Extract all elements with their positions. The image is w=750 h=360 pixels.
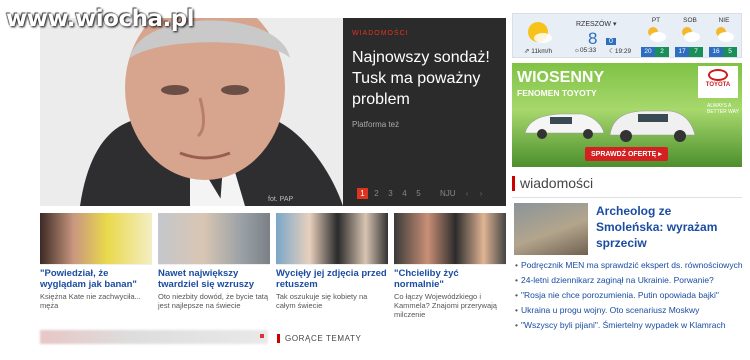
divider (512, 197, 742, 198)
pager-page-2[interactable]: 2 (371, 188, 382, 199)
photo-credit: fot. PAP (268, 196, 294, 203)
thumb-item[interactable]: "Chcieliby żyć normalnie" Co łączy Wojew… (394, 213, 506, 319)
hero-story[interactable]: WIADOMOŚCI Najnowszy sondaż! Tusk ma pow… (40, 18, 506, 206)
toyota-emblem-icon (708, 69, 728, 81)
thumb-title[interactable]: Wycięły jej zdjęcia przed retuszem (276, 268, 388, 290)
chevron-left-icon[interactable]: ‹ (462, 188, 473, 199)
forecast-high: 20 (641, 47, 655, 57)
chevron-right-icon[interactable]: › (476, 188, 487, 199)
weather-city-select[interactable]: RZESZÓW ▾ (576, 20, 616, 28)
lead-news-title[interactable]: Archeolog ze Smoleńska: wyrażam sprzeciw (596, 203, 742, 251)
hero-photo[interactable] (40, 18, 343, 206)
pager-page-3[interactable]: 3 (385, 188, 396, 199)
thumb-title[interactable]: Nawet największy twardziel się wzruszy (158, 268, 270, 290)
lead-news-image[interactable] (514, 203, 588, 255)
thumb-title[interactable]: "Powiedział, że wyglądam jak banan" (40, 268, 152, 290)
thumb-image[interactable] (394, 213, 506, 265)
news-link[interactable]: "Wszyscy byli pijani". Śmiertelny wypade… (515, 320, 745, 330)
news-link[interactable]: 24-letni dziennikarz zaginął na Ukrainie… (515, 275, 745, 285)
thumb-item[interactable]: Nawet największy twardziel się wzruszy O… (158, 213, 270, 319)
sun-cloud-icon (528, 22, 552, 43)
hero-title[interactable]: Najnowszy sondaż! Tusk ma poważny proble… (352, 47, 497, 110)
toyota-logo: TOYOTA (698, 66, 738, 98)
cloud-sun-icon (648, 27, 666, 42)
portrait-image (40, 18, 343, 206)
weather-wind: ⇗ 11km/h (524, 48, 553, 55)
forecast-low: 5 (723, 47, 737, 57)
forecast-high: 17 (675, 47, 689, 57)
sunset-value: 19:29 (614, 48, 632, 55)
cars-image (524, 110, 696, 142)
forecast-day-label: PT (651, 17, 661, 24)
thumb-desc: Księżna Kate nie zachwyciła... męża (40, 292, 141, 310)
ad-title: WIOSENNY (517, 69, 605, 86)
ad-tagline: ALWAYS A BETTER WAY (707, 103, 739, 115)
thumb-item[interactable]: "Powiedział, że wyglądam jak banan" Księ… (40, 213, 152, 319)
forecast-low: 2 (655, 47, 669, 57)
forecast-high: 16 (709, 47, 723, 57)
blurred-banner[interactable] (40, 330, 268, 344)
cloud-sun-icon (716, 27, 734, 42)
thumb-desc: Co łączy Wojewódzkiego i Kammela? Znajom… (394, 292, 497, 319)
news-link[interactable]: Podręcznik MEN ma sprawdzić ekspert ds. … (515, 260, 745, 270)
forecast-low: 7 (689, 47, 703, 57)
forecast-day-label: SOB (683, 17, 697, 24)
thumb-image[interactable] (40, 213, 152, 265)
ad-brand: TOYOTA (705, 82, 731, 88)
pager-page-4[interactable]: 4 (399, 188, 410, 199)
news-list: Podręcznik MEN ma sprawdzić ekspert ds. … (515, 260, 745, 335)
news-link[interactable]: Ukraina u progu wojny. Oto scenariusz Mo… (515, 305, 745, 315)
hero-subtitle[interactable]: Platforma też (352, 120, 497, 129)
thumb-image[interactable] (276, 213, 388, 265)
thumb-item[interactable]: Wycięły jej zdjęcia przed retuszem Tak o… (276, 213, 388, 319)
pager-page-5[interactable]: 5 (413, 188, 424, 199)
watermark: www.wiocha.pl (6, 6, 195, 32)
cloud-sun-icon (682, 27, 700, 42)
weather-badge: 0 (606, 38, 616, 45)
hot-topics-heading[interactable]: GORĄCE TEMATY (277, 334, 361, 343)
weather-widget[interactable]: RZESZÓW ▾ 8 0 ⇗ 11km/h ☼05:33 ☾19:29 PT … (512, 13, 742, 58)
banner-dot (260, 334, 264, 338)
weather-temp: 8 (588, 29, 598, 48)
ad-cta-button[interactable]: SPRAWDŹ OFERTĘ ▸ (585, 147, 668, 161)
sunrise-value: 05:33 (579, 47, 597, 54)
thumb-image[interactable] (158, 213, 270, 265)
thumb-desc: Oto niezbity dowód, że bycie tatą jest n… (158, 292, 269, 310)
toyota-ad[interactable]: WIOSENNY FENOMEN TOYOTY TOYOTA ALWAYS A … (512, 63, 742, 167)
ad-subtitle: FENOMEN TOYOTY (517, 88, 597, 98)
thumb-strip: "Powiedział, że wyglądam jak banan" Księ… (40, 213, 508, 319)
hero-panel: WIADOMOŚCI Najnowszy sondaż! Tusk ma pow… (343, 18, 506, 206)
news-heading[interactable]: wiadomości (512, 176, 593, 191)
thumb-title[interactable]: "Chcieliby żyć normalnie" (394, 268, 506, 290)
pager-next-label[interactable]: NJU (437, 188, 459, 199)
pager-page-1[interactable]: 1 (357, 188, 368, 199)
hero-category[interactable]: WIADOMOŚCI (352, 30, 497, 37)
news-link[interactable]: "Rosja nie chce porozumienia. Putin opow… (515, 290, 745, 300)
weather-sunset: ☾19:29 (609, 48, 632, 55)
forecast-day-label: NIE (718, 17, 730, 24)
weather-sunrise: ☼05:33 (574, 47, 597, 54)
wind-value: 11km/h (531, 48, 553, 55)
hero-pager: 1 2 3 4 5 NJU ‹ › (357, 188, 487, 199)
thumb-desc: Tak oszukuje się kobiety na całym świeci… (276, 292, 368, 310)
